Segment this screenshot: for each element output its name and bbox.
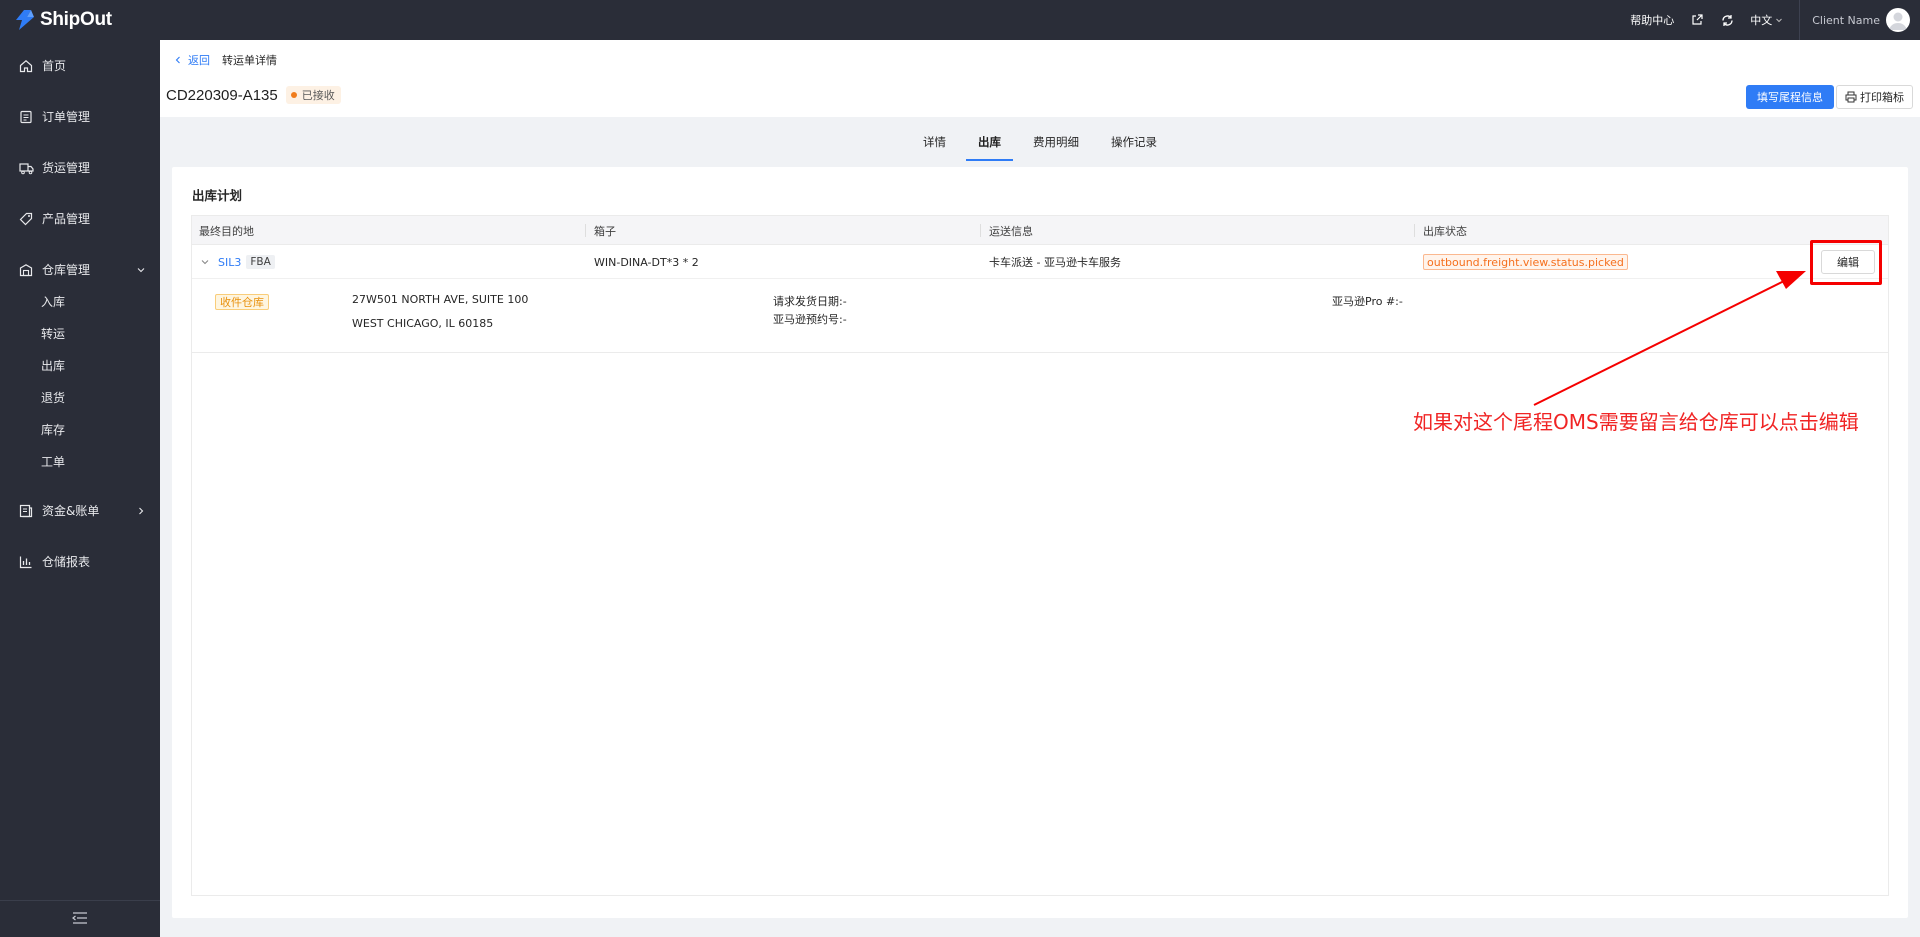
sidebar-item-orders[interactable]: 订单管理: [0, 91, 160, 142]
column-divider: [1414, 224, 1415, 237]
sidebar-item-products[interactable]: 产品管理: [0, 193, 160, 244]
status-label: 已接收: [301, 89, 335, 102]
sidebar-item-home[interactable]: 首页: [0, 40, 160, 91]
sidebar-item-warehouse[interactable]: 仓库管理: [0, 244, 160, 295]
sidebar-item-label: 订单管理: [42, 110, 91, 124]
fill-last-mile-button[interactable]: 填写尾程信息: [1746, 85, 1834, 109]
tag-icon: [18, 211, 34, 227]
logo[interactable]: ShipOut: [0, 0, 160, 40]
back-link[interactable]: 返回: [174, 52, 210, 68]
warehouse-tag: 收件仓库: [215, 294, 269, 310]
sidebar: 首页 订单管理 货运管理 产品管理 仓库管理 入库 转运 出库 退货 库存 工单: [0, 40, 160, 937]
back-label: 返回: [188, 54, 210, 67]
sidebar-item-label: 货运管理: [42, 161, 91, 175]
content-header: 返回 转运单详情 CD220309-A135 已接收 填写尾程信息 打印箱标: [160, 40, 1920, 117]
column-divider: [585, 224, 586, 237]
status-tag: outbound.freight.view.status.picked: [1423, 254, 1628, 270]
expanded-row-detail: 收件仓库 27W501 NORTH AVE, SUITE 100 WEST CH…: [192, 279, 1888, 353]
divider: [1799, 0, 1801, 40]
sidebar-item-freight[interactable]: 货运管理: [0, 142, 160, 193]
column-header: 运送信息: [989, 224, 1033, 238]
column-header: 最终目的地: [199, 224, 254, 238]
box-cell: WIN-DINA-DT*3 * 2: [594, 255, 699, 269]
annotation-highlight-box: [1810, 240, 1882, 285]
address-line1: 27W501 NORTH AVE, SUITE 100: [352, 293, 529, 306]
collapse-sidebar-button[interactable]: [0, 900, 160, 937]
shipping-cell: 卡车派送 - 亚马逊卡车服务: [989, 256, 1121, 269]
table-header: 最终目的地 箱子 运送信息 出库状态: [192, 216, 1888, 245]
status-badge: 已接收: [285, 86, 341, 104]
truck-icon: [18, 160, 34, 176]
language-select[interactable]: 中文: [1750, 12, 1783, 28]
help-center-link[interactable]: 帮助中心: [1630, 12, 1674, 28]
logo-mark-icon: [14, 9, 36, 31]
bill-icon: [18, 503, 34, 519]
destination-link[interactable]: SIL3: [218, 256, 241, 269]
home-icon: [18, 58, 34, 74]
order-icon: [18, 109, 34, 125]
amazon-pro: 亚马逊Pro #:-: [1332, 295, 1403, 308]
sidebar-item-label: 资金&账单: [42, 504, 100, 518]
amazon-appointment: 亚马逊预约号:-: [773, 313, 847, 326]
chart-icon: [18, 554, 34, 570]
sidebar-item-label: 首页: [42, 59, 67, 73]
client-name[interactable]: Client Name: [1812, 14, 1880, 27]
status-dot: [290, 92, 297, 98]
sidebar-subitem-returns[interactable]: 退货: [0, 381, 160, 413]
printer-icon: [1845, 91, 1857, 103]
outbound-plan-card: 出库计划 最终目的地 箱子 运送信息 出库状态 SIL3 FBA WIN-DIN…: [172, 167, 1908, 918]
tab-logs[interactable]: 操作记录: [1108, 117, 1160, 167]
status-cell: outbound.freight.view.status.picked: [1423, 245, 1628, 279]
destination-cell: SIL3 FBA: [200, 245, 275, 279]
expand-row-icon[interactable]: [200, 257, 210, 267]
logo-text: ShipOut: [40, 9, 112, 30]
sidebar-subitem-outbound[interactable]: 出库: [0, 349, 160, 381]
tab-details[interactable]: 详情: [920, 117, 949, 167]
chevron-down-icon: [1776, 18, 1783, 23]
tab-outbound[interactable]: 出库: [966, 117, 1013, 167]
sidebar-subitem-inventory[interactable]: 库存: [0, 413, 160, 445]
section-title: 出库计划: [192, 188, 243, 203]
warehouse-icon: [18, 262, 34, 278]
print-label: 打印箱标: [1860, 91, 1904, 104]
tab-fees[interactable]: 费用明细: [1030, 117, 1082, 167]
chevron-right-icon: [136, 506, 146, 516]
breadcrumb-current: 转运单详情: [222, 54, 277, 67]
sidebar-item-finance[interactable]: 资金&账单: [0, 485, 160, 536]
sidebar-subitem-workorder[interactable]: 工单: [0, 445, 160, 477]
sidebar-subitem-transfer[interactable]: 转运: [0, 317, 160, 349]
sidebar-item-label: 仓库管理: [42, 263, 91, 277]
page-title: CD220309-A135: [166, 86, 278, 104]
external-link-icon[interactable]: [1690, 13, 1704, 27]
column-header: 出库状态: [1423, 224, 1467, 238]
tab-bar: 详情 出库 费用明细 操作记录: [160, 117, 1920, 167]
fba-tag: FBA: [246, 255, 275, 269]
chevron-down-icon: [136, 265, 146, 275]
top-bar: ShipOut 帮助中心 中文 Client Name: [0, 0, 1920, 40]
chevron-left-icon: [175, 56, 180, 64]
avatar[interactable]: [1886, 8, 1910, 32]
column-divider: [980, 224, 981, 237]
breadcrumb: 返回 转运单详情: [174, 52, 277, 68]
sidebar-item-reports[interactable]: 仓储报表: [0, 536, 160, 587]
outbound-plan-table: 最终目的地 箱子 运送信息 出库状态 SIL3 FBA WIN-DINA-DT*…: [191, 215, 1889, 896]
sidebar-item-label: 产品管理: [42, 212, 91, 226]
sidebar-item-label: 仓储报表: [42, 555, 91, 569]
language-label: 中文: [1750, 14, 1773, 27]
column-header: 箱子: [594, 224, 616, 238]
address-line2: WEST CHICAGO, IL 60185: [352, 317, 494, 330]
request-date: 请求发货日期:-: [773, 295, 847, 308]
refresh-icon[interactable]: [1720, 13, 1734, 27]
print-box-label-button[interactable]: 打印箱标: [1836, 85, 1913, 109]
collapse-menu-icon: [72, 911, 88, 928]
table-row: SIL3 FBA WIN-DINA-DT*3 * 2 卡车派送 - 亚马逊卡车服…: [192, 245, 1888, 279]
annotation-text: 如果对这个尾程OMS需要留言给仓库可以点击编辑: [1413, 410, 1859, 434]
